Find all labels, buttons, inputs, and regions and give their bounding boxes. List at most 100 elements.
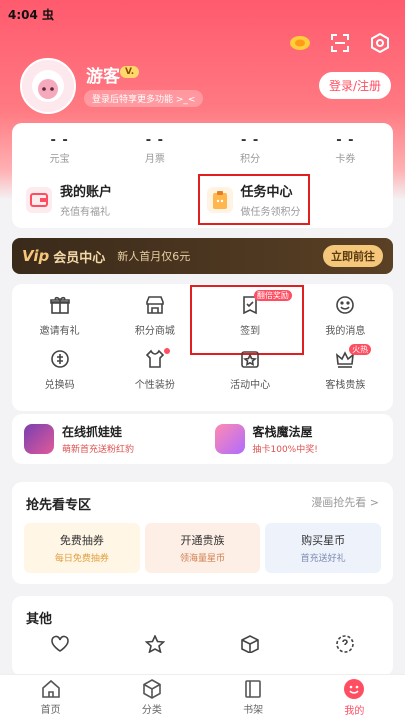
box-title: 购买星币 — [301, 534, 346, 547]
stats-row: - - 元宝 - - 月票 - - 积分 - - 卡券 — [12, 123, 393, 165]
my-account-title: 我的账户 — [60, 185, 113, 200]
magic-house-icon — [214, 424, 245, 454]
stat-label: 月票 — [144, 154, 165, 165]
promo-card: 在线抓娃娃萌新首充送粉红豹 客栈魔法屋抽卡100%中奖! — [12, 414, 393, 464]
activity-center-item[interactable]: 活动中心 — [203, 348, 298, 402]
other-row — [12, 627, 393, 653]
login-hint[interactable]: 登录后特享更多功能 >_< — [84, 90, 204, 107]
my-account-subtitle: 充值有福礼 — [60, 207, 110, 218]
task-center-title: 任务中心 — [240, 185, 293, 200]
my-messages-item[interactable]: 我的消息 — [298, 294, 393, 348]
tab-label: 分类 — [141, 705, 162, 716]
tab-home[interactable]: 首页 — [0, 675, 101, 720]
vip-go-button[interactable]: 立即前往 — [323, 245, 383, 267]
buy-coins-box[interactable]: 购买星币 首充送好礼 — [265, 523, 382, 573]
star-icon — [239, 348, 261, 370]
vip-center-title: 会员中心 — [53, 250, 106, 266]
task-center-highlight: 任务中心做任务领积分 — [197, 174, 310, 225]
help-icon — [336, 635, 355, 653]
settings-icon[interactable] — [369, 32, 391, 54]
carrier-glyph: 虫 — [42, 8, 55, 22]
other-card: 其他 — [12, 596, 393, 676]
top-actions — [289, 32, 391, 54]
avatar[interactable] — [20, 58, 76, 114]
mine-icon — [344, 679, 365, 699]
stat-yuanbao[interactable]: - - 元宝 — [25, 133, 95, 165]
stat-value: - - — [50, 133, 69, 148]
promo-subtitle: 抽卡100%中奖! — [252, 445, 318, 455]
account-card: - - 元宝 - - 月票 - - 积分 - - 卡券 我的账户充值有福礼 任务中心做任… — [12, 123, 393, 228]
grid-label: 客栈贵族 — [325, 380, 366, 391]
other-item[interactable] — [315, 635, 375, 653]
coin-icon[interactable] — [289, 32, 311, 54]
grid-label: 邀请有礼 — [39, 326, 80, 337]
store-icon — [144, 294, 166, 316]
other-item[interactable] — [30, 635, 90, 653]
login-register-button[interactable]: 登录/注册 — [318, 72, 391, 99]
wallet-icon — [26, 186, 52, 213]
promo-title: 在线抓娃娃 — [62, 425, 123, 439]
box-title: 免费抽券 — [59, 534, 104, 547]
box-title: 开通贵族 — [180, 534, 225, 547]
stat-monthly-ticket[interactable]: - - 月票 — [120, 133, 190, 165]
task-center-subtitle: 做任务领积分 — [240, 207, 301, 218]
new-dot — [164, 348, 171, 354]
other-item[interactable] — [125, 635, 185, 653]
checkin-item[interactable]: 翻倍奖励 签到 — [189, 285, 304, 355]
dress-up-item[interactable]: 个性装扮 — [107, 348, 202, 402]
other-item[interactable] — [220, 635, 280, 653]
scan-icon[interactable] — [329, 32, 351, 54]
my-account-entry[interactable]: 我的账户 充值有福礼 — [26, 179, 203, 220]
free-draw-box[interactable]: 免费抽券 每日免费抽券 — [24, 523, 140, 573]
promo-subtitle: 萌新首充送粉红豹 — [62, 445, 135, 455]
other-header: 其他 — [12, 596, 393, 627]
grid-label: 我的消息 — [325, 326, 366, 337]
comic-early-access-link[interactable]: 漫画抢先看 > — [311, 494, 379, 513]
tab-label: 书架 — [243, 705, 264, 716]
early-access-row: 免费抽券 每日免费抽券 开通贵族 领海量星币 购买星币 首充送好礼 — [12, 513, 393, 573]
magic-house-promo[interactable]: 客栈魔法屋抽卡100%中奖! — [203, 423, 394, 455]
bookshelf-icon — [245, 680, 261, 698]
stat-points[interactable]: - - 积分 — [215, 133, 285, 165]
tab-mine[interactable]: 我的 — [304, 675, 405, 720]
task-center-entry[interactable]: 任务中心做任务领积分 — [197, 174, 380, 225]
stat-label: 积分 — [240, 154, 261, 165]
tab-label: 我的 — [344, 706, 365, 717]
box-icon — [241, 635, 259, 653]
inn-noble-item[interactable]: 火热 客栈贵族 — [298, 344, 393, 402]
redeem-code-item[interactable]: 兑换码 — [12, 348, 107, 402]
claw-machine-icon — [24, 424, 54, 454]
stat-coupons[interactable]: - - 卡券 — [310, 133, 380, 165]
claw-machine-promo[interactable]: 在线抓娃娃萌新首充送粉红豹 — [12, 423, 203, 455]
star-badge-icon — [144, 635, 165, 653]
double-reward-tag: 翻倍奖励 — [253, 290, 292, 301]
stat-value: - - — [240, 133, 260, 148]
status-time: 4:04 — [8, 8, 38, 22]
features-card: 邀请有礼 积分商城 翻倍奖励 签到 我的消息 兑换码 个性装扮 活动中心 火热 … — [12, 284, 393, 411]
box-subtitle: 领海量星币 — [180, 554, 226, 564]
grid-label: 兑换码 — [44, 380, 75, 391]
username[interactable]: 游客 — [86, 62, 120, 87]
account-row: 我的账户充值有福礼 任务中心做任务领积分 — [12, 174, 393, 225]
gift-icon — [49, 294, 71, 316]
early-access-card: 抢先看专区 漫画抢先看 > 免费抽券 每日免费抽券 开通贵族 领海量星币 购买星… — [12, 482, 393, 584]
vip-center-banner[interactable]: Vip 会员中心 新人首月仅6元 立即前往 — [12, 238, 393, 274]
avatar-face-icon — [32, 70, 64, 102]
home-icon — [41, 679, 60, 698]
open-noble-box[interactable]: 开通贵族 领海量星币 — [144, 523, 261, 573]
promo-title: 客栈魔法屋 — [252, 425, 313, 439]
vip-promo: 新人首月仅6元 — [117, 250, 191, 263]
heart-icon — [50, 635, 69, 652]
smile-icon — [334, 294, 356, 316]
points-mall-item[interactable]: 积分商城 — [107, 294, 202, 348]
clipboard-icon — [206, 186, 233, 213]
stat-value: - - — [145, 133, 165, 148]
status-bar: 4:04 虫 — [8, 6, 54, 23]
stat-value: - - — [336, 133, 355, 148]
box-subtitle: 每日免费抽券 — [54, 554, 109, 564]
stat-label: 卡券 — [335, 154, 356, 165]
tab-category[interactable]: 分类 — [101, 675, 202, 720]
category-icon — [143, 679, 161, 699]
tab-bookshelf[interactable]: 书架 — [203, 675, 304, 720]
invite-gift-item[interactable]: 邀请有礼 — [12, 294, 107, 348]
